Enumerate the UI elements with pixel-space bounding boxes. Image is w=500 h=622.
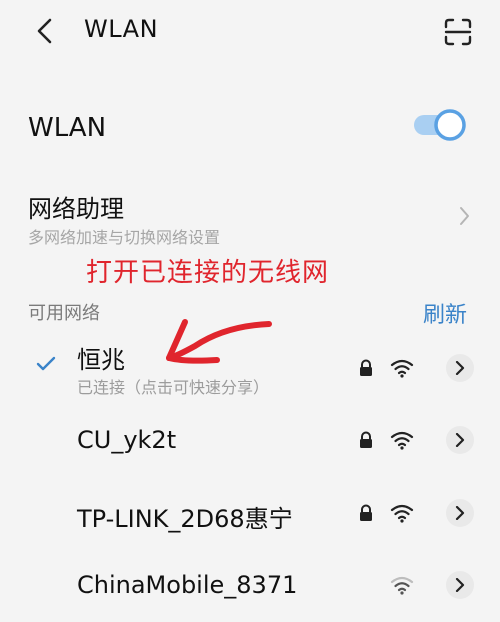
network-name[interactable]: 恒兆 <box>77 340 125 375</box>
chevron-right-icon <box>455 361 465 375</box>
wifi-signal-icon <box>390 503 414 523</box>
refresh-button[interactable]: 刷新 <box>423 297 467 329</box>
chevron-right-icon <box>455 578 465 592</box>
lock-icon <box>358 431 374 449</box>
wifi-signal-icon <box>390 430 414 450</box>
scan-button[interactable] <box>444 18 472 46</box>
lock-icon <box>358 359 374 377</box>
wifi-signal-icon <box>390 575 414 595</box>
page-title: WLAN <box>84 15 159 43</box>
network-assistant-title[interactable]: 网络助理 <box>28 189 124 224</box>
wlan-toggle-label: WLAN <box>28 113 107 143</box>
network-details-button[interactable] <box>446 571 474 599</box>
network-name[interactable]: TP-LINK_2D68惠宁 <box>77 499 293 534</box>
available-networks-label: 可用网络 <box>28 303 100 324</box>
network-name[interactable]: ChinaMobile_8371 <box>77 571 297 599</box>
check-icon <box>36 356 56 372</box>
network-details-button[interactable] <box>446 354 474 382</box>
annotation-arrow <box>155 312 275 372</box>
annotation-text: 打开已连接的无线网 <box>86 258 330 288</box>
wifi-signal-icon <box>390 358 414 378</box>
network-status: 已连接（点击可快速分享） <box>77 378 270 397</box>
scan-icon <box>444 18 472 46</box>
network-details-button[interactable] <box>446 499 474 527</box>
network-details-button[interactable] <box>446 426 474 454</box>
network-name[interactable]: CU_yk2t <box>77 426 176 454</box>
back-chevron-icon <box>37 18 52 44</box>
back-button[interactable] <box>34 16 58 46</box>
chevron-right-icon[interactable] <box>457 205 471 227</box>
chevron-right-icon <box>455 506 465 520</box>
wlan-toggle-switch[interactable] <box>412 107 468 143</box>
lock-icon <box>358 504 374 522</box>
chevron-right-icon <box>455 433 465 447</box>
network-assistant-subtitle: 多网络加速与切换网络设置 <box>28 228 221 247</box>
